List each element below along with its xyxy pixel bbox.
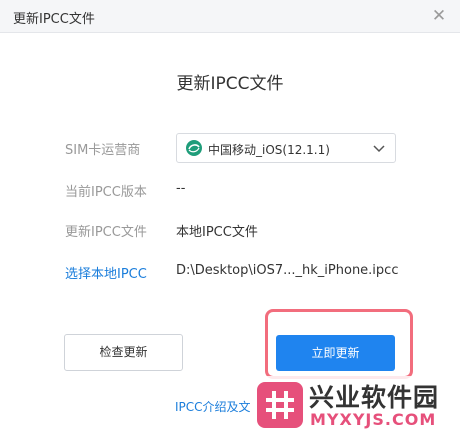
watermark-url: MYXYJS.COM bbox=[310, 410, 437, 429]
carrier-label: SIM卡运营商 bbox=[65, 143, 141, 158]
check-update-button[interactable]: 检查更新 bbox=[64, 334, 183, 371]
watermark-title: 兴业软件园 bbox=[309, 383, 440, 412]
update-now-button[interactable]: 立即更新 bbox=[276, 335, 395, 371]
chevron-down-icon bbox=[373, 145, 385, 153]
carrier-select[interactable]: 中国移动_iOS(12.1.1) bbox=[176, 133, 396, 163]
china-mobile-icon bbox=[186, 140, 202, 156]
title-bar: 更新IPCC文件 ✕ bbox=[0, 0, 460, 33]
page-title: 更新IPCC文件 bbox=[176, 74, 284, 94]
update-file-label: 更新IPCC文件 bbox=[65, 225, 147, 240]
update-file-value: 本地IPCC文件 bbox=[176, 225, 258, 240]
choose-local-ipcc-link[interactable]: 选择本地IPCC bbox=[65, 263, 147, 282]
close-icon[interactable]: ✕ bbox=[428, 6, 450, 28]
watermark: 兴业软件园 MYXYJS.COM bbox=[251, 376, 460, 434]
watermark-logo-icon bbox=[257, 382, 303, 428]
current-version-label: 当前IPCC版本 bbox=[65, 185, 147, 200]
window-title: 更新IPCC文件 bbox=[13, 12, 95, 27]
ipcc-intro-link[interactable]: IPCC介绍及文 bbox=[175, 398, 251, 415]
local-ipcc-path: D:\Desktop\iOS7..._hk_iPhone.ipcc bbox=[176, 263, 399, 278]
current-version-value: -- bbox=[176, 181, 186, 196]
carrier-select-value: 中国移动_iOS(12.1.1) bbox=[208, 143, 330, 157]
